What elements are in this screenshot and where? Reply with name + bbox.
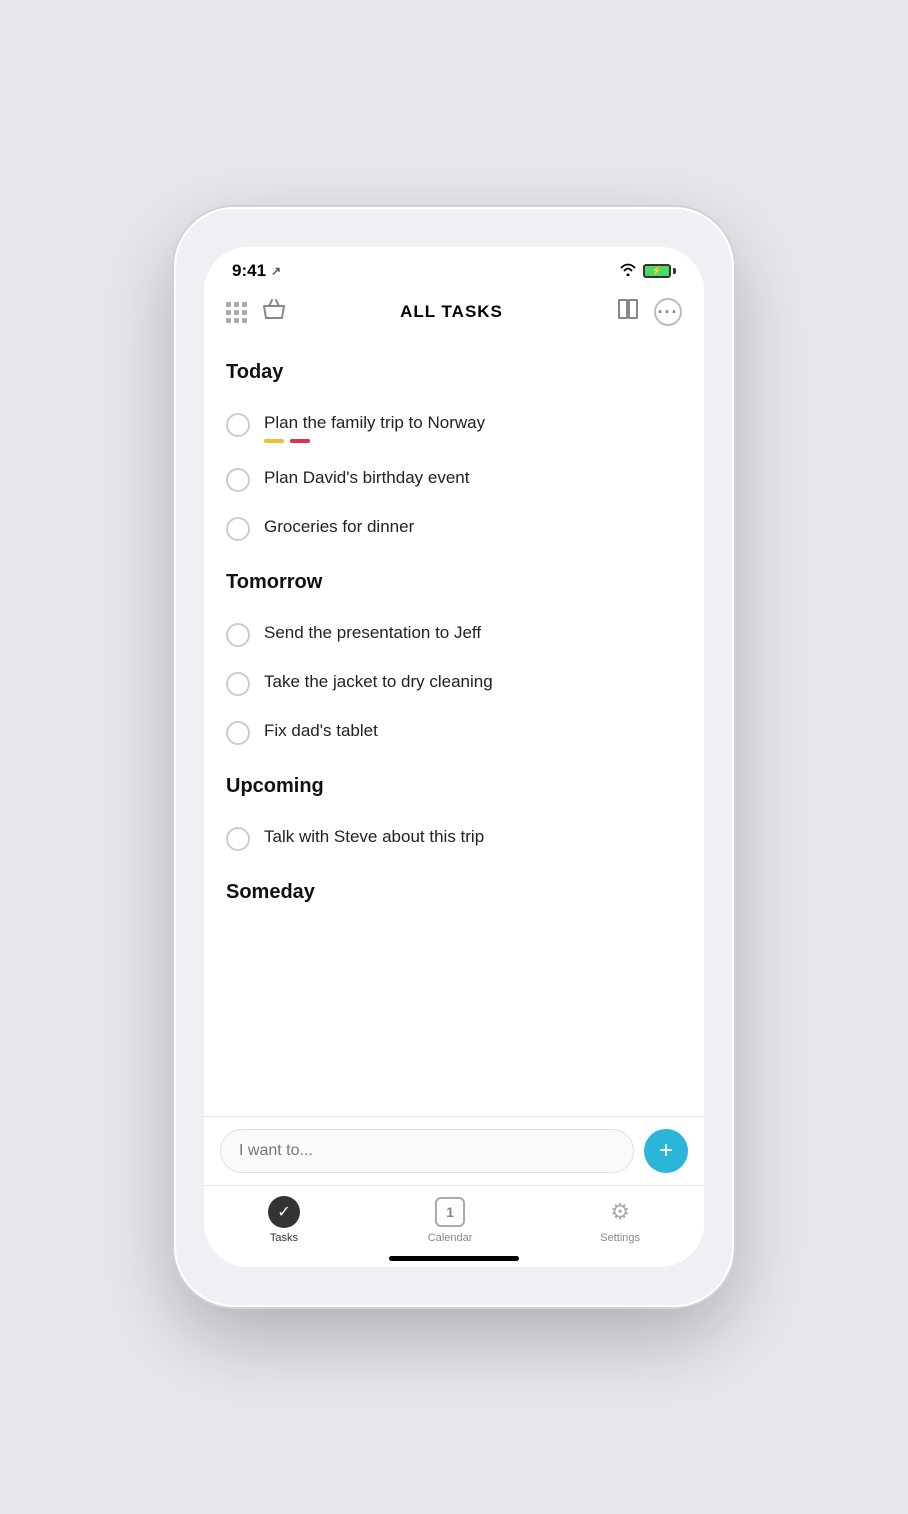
location-icon: ↗	[271, 264, 281, 278]
task-input[interactable]	[220, 1129, 634, 1173]
task-tags-1	[264, 439, 682, 443]
task-content-3: Groceries for dinner	[264, 516, 682, 538]
status-bar: 9:41 ↗ ⚡	[204, 247, 704, 289]
task-label-4: Send the presentation to Jeff	[264, 622, 682, 644]
more-icon[interactable]: ···	[654, 298, 682, 326]
status-time: 9:41 ↗	[232, 261, 281, 281]
section-today: Today Plan the family trip to Norway	[226, 361, 682, 553]
section-tomorrow: Tomorrow Send the presentation to Jeff T…	[226, 571, 682, 757]
header-right-icons: ···	[616, 298, 682, 326]
task-item: Plan David's birthday event	[226, 455, 682, 504]
tab-bar: ✓ Tasks 1 Calendar ⚙ Settings	[204, 1185, 704, 1250]
input-bar: +	[204, 1116, 704, 1185]
task-item: Fix dad's tablet	[226, 708, 682, 757]
task-item: Send the presentation to Jeff	[226, 610, 682, 659]
task-content-4: Send the presentation to Jeff	[264, 622, 682, 644]
home-indicator	[389, 1256, 519, 1261]
task-content-6: Fix dad's tablet	[264, 720, 682, 742]
settings-icon-wrap: ⚙	[604, 1196, 636, 1228]
time-display: 9:41	[232, 261, 266, 281]
tag-yellow	[264, 439, 284, 443]
tab-tasks[interactable]: ✓ Tasks	[268, 1196, 300, 1244]
calendar-icon-wrap: 1	[434, 1196, 466, 1228]
section-title-someday: Someday	[226, 881, 682, 904]
task-checkbox-5[interactable]	[226, 672, 250, 696]
calendar-badge: 1	[446, 1204, 454, 1220]
task-content-2: Plan David's birthday event	[264, 467, 682, 489]
header-left-icons	[226, 297, 287, 327]
task-item: Groceries for dinner	[226, 504, 682, 553]
add-icon: +	[659, 1137, 673, 1165]
calendar-icon: 1	[435, 1197, 465, 1227]
grid-icon[interactable]	[226, 302, 247, 323]
add-task-button[interactable]: +	[644, 1129, 688, 1173]
task-label-6: Fix dad's tablet	[264, 720, 682, 742]
section-someday: Someday	[226, 881, 682, 904]
task-content-1: Plan the family trip to Norway	[264, 412, 682, 443]
gear-icon: ⚙	[610, 1199, 630, 1225]
task-checkbox-3[interactable]	[226, 517, 250, 541]
task-item: Take the jacket to dry cleaning	[226, 659, 682, 708]
task-label-2: Plan David's birthday event	[264, 467, 682, 489]
task-list: Today Plan the family trip to Norway	[204, 341, 704, 1116]
phone-frame: 9:41 ↗ ⚡	[174, 207, 734, 1307]
tasks-icon: ✓	[268, 1196, 300, 1228]
battery-bolt: ⚡	[651, 266, 662, 277]
tab-settings[interactable]: ⚙ Settings	[600, 1196, 640, 1244]
book-icon[interactable]	[616, 298, 640, 326]
tab-tasks-label: Tasks	[270, 1232, 298, 1244]
task-item: Plan the family trip to Norway	[226, 400, 682, 455]
task-checkbox-1[interactable]	[226, 413, 250, 437]
tasks-icon-wrap: ✓	[268, 1196, 300, 1228]
wifi-icon	[619, 263, 637, 280]
status-icons: ⚡	[619, 263, 676, 280]
section-upcoming: Upcoming Talk with Steve about this trip	[226, 775, 682, 863]
section-title-upcoming: Upcoming	[226, 775, 682, 798]
task-checkbox-7[interactable]	[226, 827, 250, 851]
app-header: ALL TASKS ···	[204, 289, 704, 341]
task-content-7: Talk with Steve about this trip	[264, 826, 682, 848]
tab-calendar[interactable]: 1 Calendar	[428, 1196, 473, 1244]
task-label-5: Take the jacket to dry cleaning	[264, 671, 682, 693]
task-label-3: Groceries for dinner	[264, 516, 682, 538]
section-title-today: Today	[226, 361, 682, 384]
basket-icon[interactable]	[261, 297, 287, 327]
task-checkbox-4[interactable]	[226, 623, 250, 647]
task-checkbox-2[interactable]	[226, 468, 250, 492]
tab-settings-label: Settings	[600, 1232, 640, 1244]
tab-calendar-label: Calendar	[428, 1232, 473, 1244]
task-content-5: Take the jacket to dry cleaning	[264, 671, 682, 693]
task-label-7: Talk with Steve about this trip	[264, 826, 682, 848]
battery-icon: ⚡	[643, 264, 676, 278]
task-item: Talk with Steve about this trip	[226, 814, 682, 863]
task-label-1: Plan the family trip to Norway	[264, 412, 682, 434]
phone-screen: 9:41 ↗ ⚡	[204, 247, 704, 1267]
header-title: ALL TASKS	[287, 302, 616, 322]
tag-red	[290, 439, 310, 443]
section-title-tomorrow: Tomorrow	[226, 571, 682, 594]
task-checkbox-6[interactable]	[226, 721, 250, 745]
